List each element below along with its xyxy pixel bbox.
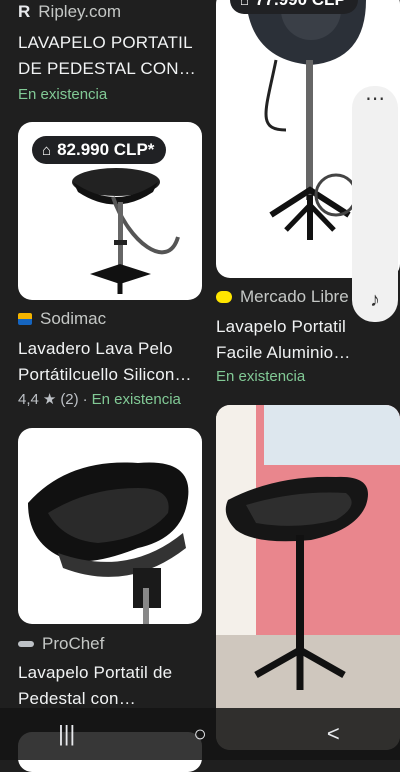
source-sodimac[interactable]: Sodimac	[18, 309, 106, 329]
title-line: DE PEDESTAL CON…	[18, 59, 196, 78]
android-nav-bar: ||| ○ <	[0, 708, 400, 760]
more-vert-icon[interactable]: ⋯	[365, 89, 385, 109]
title-line: Lavapelo Portatil de	[18, 663, 173, 682]
rating-row: 4,4 ★ (2) · En existencia	[18, 390, 181, 409]
source-label: Mercado Libre	[240, 287, 349, 306]
wash-basin-image	[28, 462, 189, 624]
product-image[interactable]	[18, 428, 202, 624]
separator: ·	[82, 390, 88, 408]
price-tag-icon: ⌂	[42, 141, 52, 159]
back-button[interactable]: <	[293, 721, 373, 747]
title-line: Portátilcuello Silicon…	[18, 365, 192, 384]
source-label: Ripley.com	[38, 2, 122, 21]
home-button[interactable]: ○	[160, 721, 240, 747]
product-title[interactable]: Lavadero Lava Pelo Portátilcuello Silico…	[18, 336, 192, 388]
price-badge: ⌂ 77.990 CLP	[230, 0, 358, 14]
stock-status: En existencia	[216, 368, 306, 385]
title-line: Facile Aluminio…	[216, 343, 351, 362]
product-image[interactable]	[216, 405, 400, 750]
stock-status: En existencia	[18, 86, 108, 103]
rating-value: 4,4	[18, 390, 39, 408]
sodimac-logo-icon	[18, 313, 32, 325]
price-tag-icon: ⌂	[240, 0, 250, 9]
price-badge: ⌂ 82.990 CLP*	[32, 136, 167, 164]
source-label: Sodimac	[40, 309, 107, 328]
source-mercado-libre[interactable]: Mercado Libre	[216, 287, 349, 307]
star-icon: ★	[42, 391, 57, 408]
wash-basin-photo	[216, 405, 400, 750]
title-line: LAVAPELO PORTATIL	[18, 33, 193, 52]
ripley-logo-icon: R	[18, 2, 31, 21]
rating-count: (2)	[60, 390, 79, 408]
source-label: ProChef	[42, 634, 105, 653]
source-ripley[interactable]: R Ripley.com	[18, 2, 121, 22]
product-title[interactable]: Lavapelo Portatil Facile Aluminio…	[216, 314, 351, 366]
prochef-logo-icon	[18, 641, 34, 647]
product-title[interactable]: LAVAPELO PORTATIL DE PEDESTAL CON…	[18, 30, 196, 82]
recents-button[interactable]: |||	[27, 721, 107, 747]
title-line: Lavapelo Portatil	[216, 317, 347, 336]
mercado-libre-logo-icon	[216, 291, 232, 303]
price-label: 77.990 CLP	[255, 0, 346, 10]
music-note-icon[interactable]: ♪	[370, 289, 380, 312]
price-label: 82.990 CLP*	[57, 140, 155, 159]
product-title[interactable]: Lavapelo Portatil de Pedestal con…	[18, 660, 172, 712]
title-line: Lavadero Lava Pelo	[18, 339, 173, 358]
stock-status: En existencia	[91, 390, 181, 408]
source-prochef[interactable]: ProChef	[18, 634, 104, 654]
floating-side-panel[interactable]: ⋯ ♪	[352, 86, 398, 322]
